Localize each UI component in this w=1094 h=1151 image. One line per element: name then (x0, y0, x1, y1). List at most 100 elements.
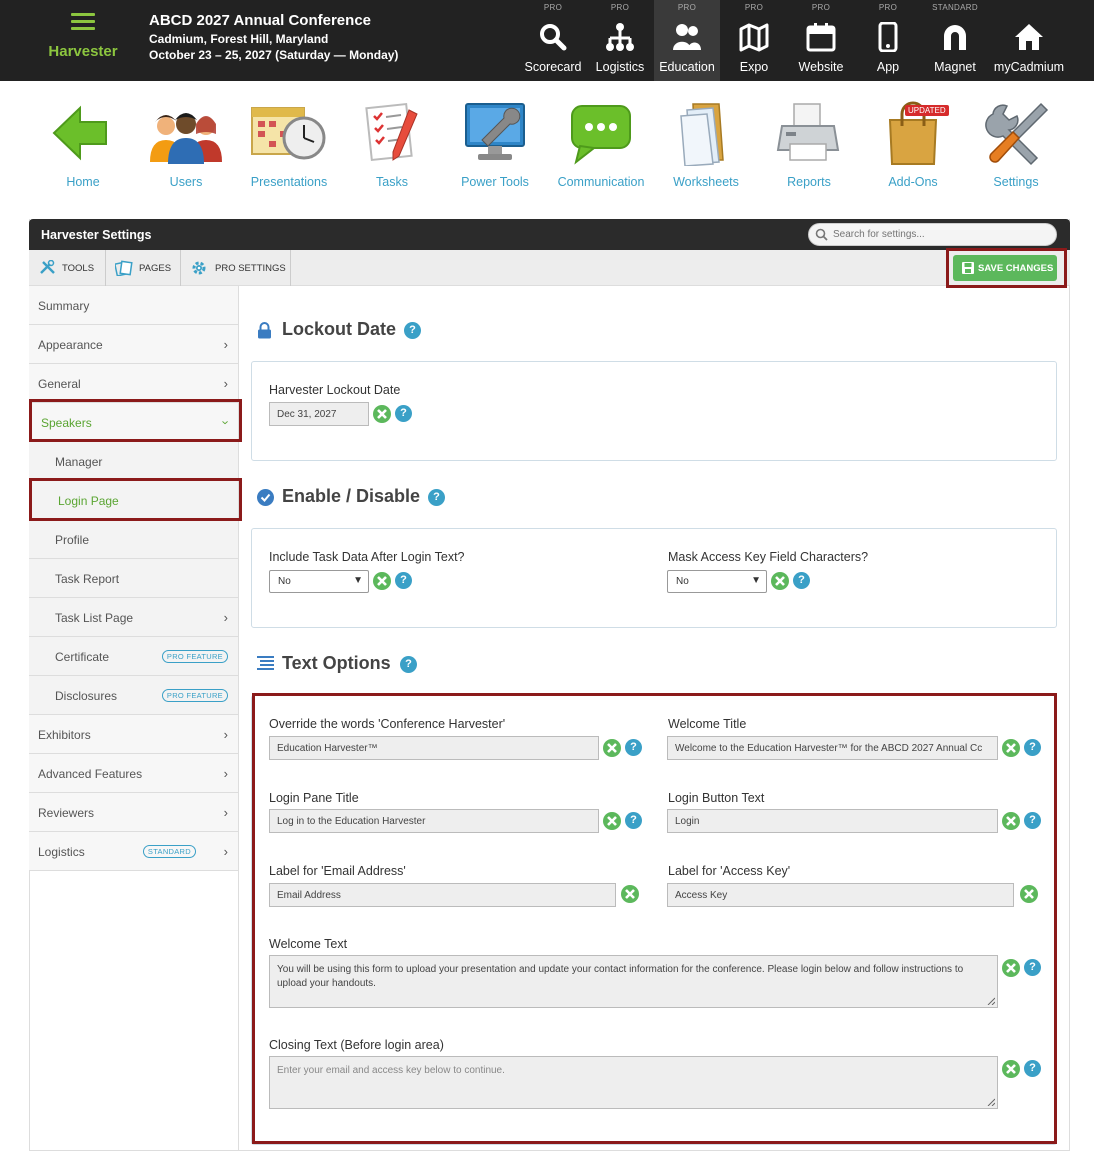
tab-pages[interactable]: PAGES (106, 250, 181, 286)
welcome-title-input[interactable]: Welcome to the Education Harvester™ for … (667, 736, 998, 760)
nav-worksheets[interactable]: Worksheets (654, 100, 758, 189)
resize-grip-icon[interactable] (987, 997, 995, 1005)
tools-icon[interactable] (603, 812, 621, 830)
sidebar-item-exhibitors[interactable]: Exhibitors › (29, 715, 239, 754)
help-icon[interactable]: ? (1024, 739, 1041, 756)
closing-text-textarea[interactable]: Enter your email and access key below to… (269, 1056, 998, 1109)
login-button-text-input[interactable]: Login (667, 809, 998, 833)
nav-users[interactable]: Users (134, 100, 238, 189)
help-icon[interactable]: ? (793, 572, 810, 589)
module-tier: PRO (610, 3, 630, 12)
sidebar-item-label: Disclosures (55, 689, 118, 703)
module-website[interactable]: PRO Website (788, 0, 854, 81)
help-icon[interactable]: ? (1024, 959, 1041, 976)
email-label-input[interactable]: Email Address (269, 883, 616, 907)
sidebar-item-login-page[interactable]: Login Page (29, 481, 239, 520)
hierarchy-icon (606, 23, 634, 51)
conference-location: Cadmium, Forest Hill, Maryland (149, 32, 329, 46)
sidebar-item-general[interactable]: General › (29, 364, 239, 403)
tools-icon[interactable] (1002, 959, 1020, 977)
help-icon[interactable]: ? (625, 812, 642, 829)
help-icon[interactable]: ? (404, 322, 421, 339)
sidebar-item-speakers[interactable]: Speakers › (29, 403, 239, 442)
sidebar-item-task-report[interactable]: Task Report (29, 559, 239, 598)
settings-search[interactable] (808, 223, 1057, 246)
welcome-text-textarea[interactable]: You will be using this form to upload yo… (269, 955, 998, 1008)
tools-icon[interactable] (1020, 885, 1038, 903)
module-expo[interactable]: PRO Expo (721, 0, 787, 81)
module-scorecard[interactable]: PRO Scorecard (520, 0, 586, 81)
module-label: Expo (739, 60, 769, 74)
module-tier: PRO (677, 3, 697, 12)
nav-home[interactable]: Home (31, 100, 135, 189)
sidebar-item-advanced-features[interactable]: Advanced Features › (29, 754, 239, 793)
sidebar-item-reviewers[interactable]: Reviewers › (29, 793, 239, 832)
sidebar-item-profile[interactable]: Profile (29, 520, 239, 559)
tools-icon[interactable] (373, 405, 391, 423)
module-mycadmium[interactable]: myCadmium (990, 0, 1068, 81)
help-icon[interactable]: ? (400, 656, 417, 673)
nav-tasks[interactable]: Tasks (340, 100, 444, 189)
override-words-input[interactable]: Education Harvester™ (269, 736, 599, 760)
tools-icon[interactable] (603, 739, 621, 757)
module-magnet[interactable]: STANDARD Magnet (922, 0, 988, 81)
nav-label: Worksheets (673, 175, 739, 189)
monitor-wrench-icon (465, 103, 525, 160)
help-icon[interactable]: ? (625, 739, 642, 756)
nav-add-ons[interactable]: UPDATED Add-Ons (861, 100, 965, 189)
tools-icon[interactable] (621, 885, 639, 903)
nav-communication[interactable]: Communication (549, 100, 653, 189)
sidebar-item-appearance[interactable]: Appearance › (29, 325, 239, 364)
help-icon[interactable]: ? (1024, 812, 1041, 829)
search-input[interactable] (833, 226, 1048, 243)
help-icon[interactable]: ? (1024, 1060, 1041, 1077)
tools-icon[interactable] (771, 572, 789, 590)
hamburger-icon[interactable] (71, 13, 95, 30)
nav-reports[interactable]: Reports (757, 100, 861, 189)
sidebar-item-label: Certificate (55, 650, 110, 664)
checklist-icon (365, 102, 418, 162)
mask-key-select[interactable]: No ▼ (667, 570, 767, 593)
standard-badge: STANDARD (142, 845, 196, 858)
module-tier: PRO (744, 3, 764, 12)
save-changes-button[interactable]: SAVE CHANGES (953, 255, 1057, 281)
nav-settings[interactable]: Settings (964, 100, 1068, 189)
floppy-disk-icon (962, 262, 974, 274)
section-text-options: Text Options ? (257, 653, 557, 677)
arrow-left-icon (52, 105, 107, 161)
help-icon[interactable]: ? (395, 572, 412, 589)
help-icon[interactable]: ? (428, 489, 445, 506)
sidebar-item-task-list-page[interactable]: Task List Page › (29, 598, 239, 637)
tools-icon[interactable] (1002, 1060, 1020, 1078)
sidebar-item-manager[interactable]: Manager (29, 442, 239, 481)
sidebar-item-disclosures[interactable]: Disclosures PRO FEATURE (29, 676, 239, 715)
sidebar-item-certificate[interactable]: Certificate PRO FEATURE (29, 637, 239, 676)
text-lines-icon (257, 656, 274, 670)
module-logistics[interactable]: PRO Logistics (587, 0, 653, 81)
textarea-value: You will be using this form to upload yo… (277, 964, 964, 989)
module-label: Magnet (934, 60, 976, 74)
module-app[interactable]: PRO App (855, 0, 921, 81)
sidebar-item-summary[interactable]: Summary (29, 286, 239, 325)
sidebar-item-label: Manager (55, 455, 103, 469)
enable-box (251, 528, 1057, 628)
access-key-label-input[interactable]: Access Key (667, 883, 1014, 907)
sidebar-item-label: Reviewers (38, 806, 95, 820)
task-data-select[interactable]: No ▼ (269, 570, 369, 593)
tab-pro-settings[interactable]: PRO SETTINGS (181, 250, 291, 286)
tab-tools[interactable]: TOOLS (29, 250, 106, 286)
tools-icon[interactable] (373, 572, 391, 590)
nav-label: Tasks (376, 175, 408, 189)
tools-icon[interactable] (1002, 739, 1020, 757)
nav-presentations[interactable]: Presentations (237, 100, 341, 189)
sidebar-item-logistics[interactable]: Logistics STANDARD › (29, 832, 239, 871)
tools-icon[interactable] (1002, 812, 1020, 830)
help-icon[interactable]: ? (395, 405, 412, 422)
lockout-date-input[interactable]: Dec 31, 2027 (269, 402, 369, 426)
tab-label: PAGES (139, 263, 172, 274)
brand-menu-button[interactable]: Harvester (40, 10, 126, 60)
module-education[interactable]: PRO Education (654, 0, 720, 81)
nav-power-tools[interactable]: Power Tools (443, 100, 547, 189)
login-pane-title-input[interactable]: Log in to the Education Harvester (269, 809, 599, 833)
resize-grip-icon[interactable] (987, 1098, 995, 1106)
